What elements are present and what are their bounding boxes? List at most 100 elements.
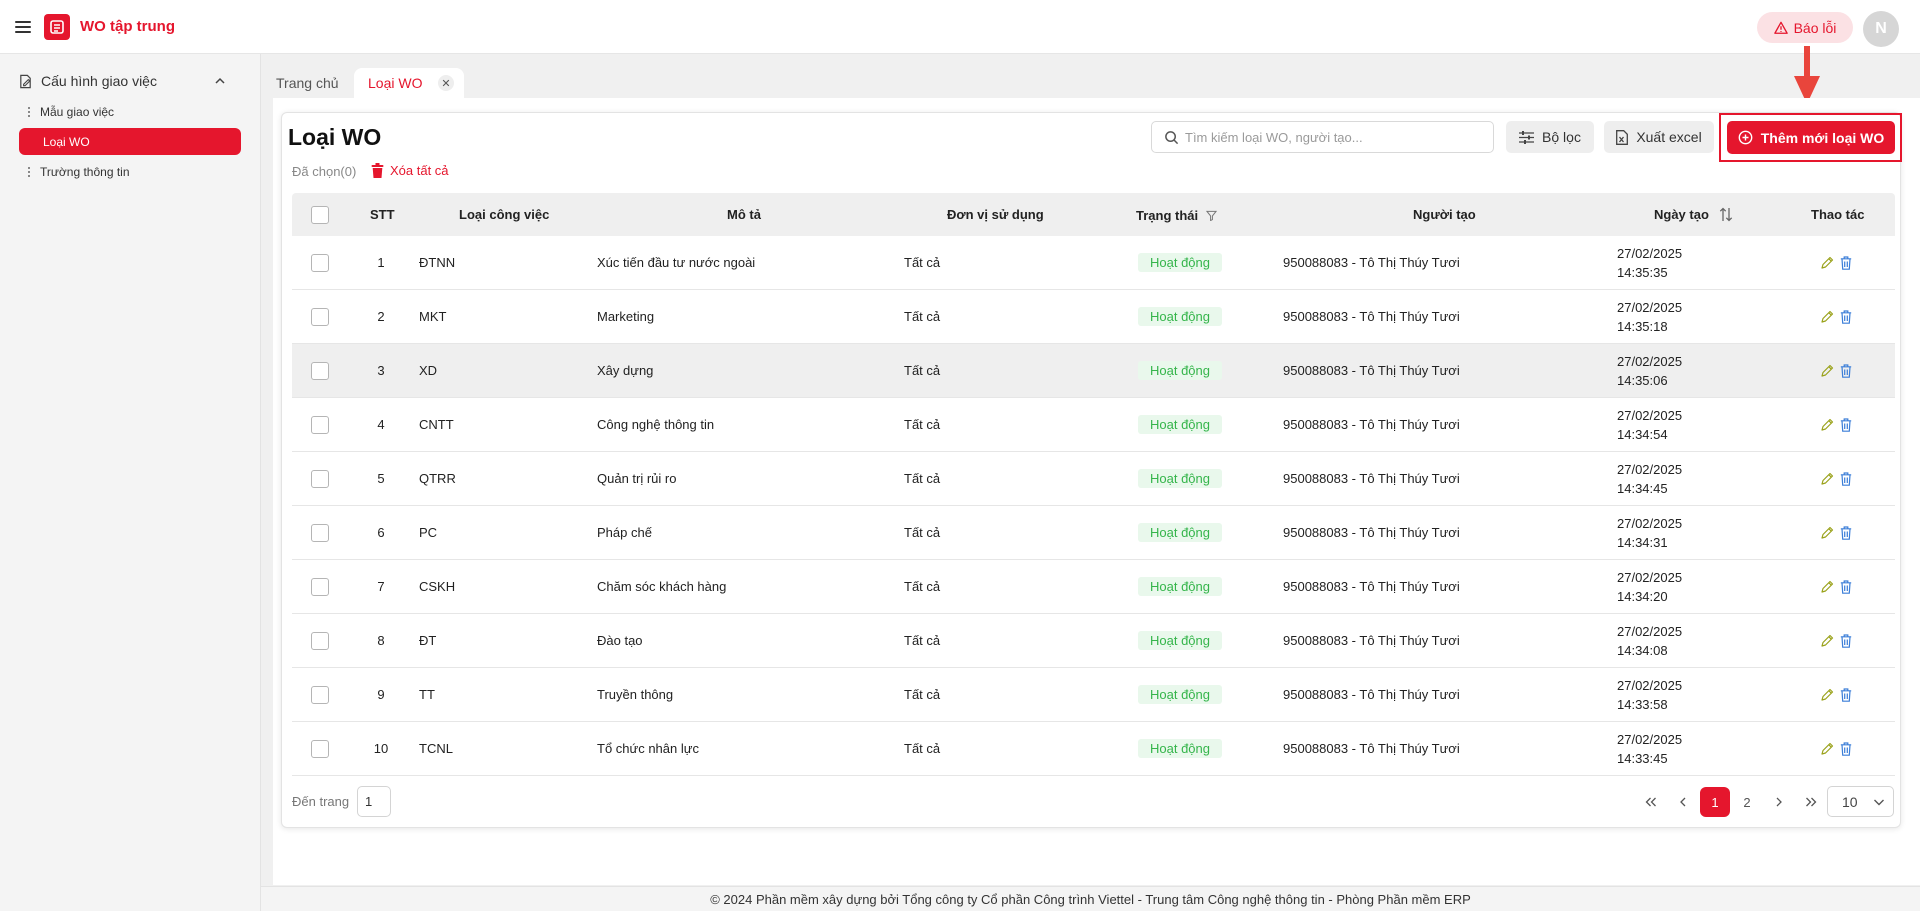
sidebar-item-info-fields[interactable]: Trường thông tin bbox=[19, 158, 241, 185]
sort-icon[interactable] bbox=[1719, 207, 1733, 222]
drag-handle-icon bbox=[28, 106, 31, 117]
delete-icon[interactable] bbox=[1840, 633, 1852, 648]
delete-all-button[interactable]: Xóa tất cả bbox=[371, 163, 449, 178]
row-unit: Tất cả bbox=[904, 741, 941, 756]
row-unit: Tất cả bbox=[904, 363, 941, 378]
table-row[interactable]: 10 TCNL Tổ chức nhân lực Tất cả Hoạt động 950… bbox=[292, 722, 1895, 776]
chevron-right-icon bbox=[1776, 797, 1782, 807]
status-badge: Hoạt động bbox=[1138, 523, 1222, 542]
report-bug-button[interactable]: Báo lỗi bbox=[1757, 12, 1853, 43]
delete-all-label: Xóa tất cả bbox=[390, 163, 449, 178]
close-icon[interactable]: ✕ bbox=[438, 75, 454, 91]
row-date-time: 14:34:20 bbox=[1617, 588, 1668, 604]
double-chevron-left-icon bbox=[1645, 797, 1656, 807]
delete-icon[interactable] bbox=[1840, 255, 1852, 270]
filter-icon[interactable] bbox=[1206, 210, 1218, 221]
row-type: CSKH bbox=[419, 579, 456, 594]
tab-label: Loại WO bbox=[368, 75, 423, 91]
table-row[interactable]: 2 MKT Marketing Tất cả Hoạt động 950088083 - … bbox=[292, 290, 1895, 344]
row-unit: Tất cả bbox=[904, 579, 941, 594]
header-date: Ngày tạo bbox=[1654, 207, 1709, 222]
sidebar-item-label: Trường thông tin bbox=[40, 164, 130, 179]
row-desc: Truyền thông bbox=[597, 687, 674, 702]
delete-icon[interactable] bbox=[1840, 525, 1852, 540]
export-excel-button[interactable]: Xuất excel bbox=[1604, 121, 1714, 153]
search-input[interactable] bbox=[1185, 129, 1485, 145]
row-date-day: 27/02/2025 bbox=[1617, 407, 1683, 423]
row-date-time: 14:35:35 bbox=[1617, 264, 1668, 280]
row-date-day: 27/02/2025 bbox=[1617, 515, 1683, 531]
table-row[interactable]: 5 QTRR Quản trị rủi ro Tất cả Hoạt động 95008… bbox=[292, 452, 1895, 506]
table-row[interactable]: 3 XD Xây dựng Tất cả Hoạt động 950088083 - Tô… bbox=[292, 344, 1895, 398]
edit-icon[interactable] bbox=[1820, 688, 1834, 702]
delete-icon[interactable] bbox=[1840, 309, 1852, 324]
sidebar: Cấu hình giao việc Mẫu giao việc Loại WO… bbox=[0, 54, 261, 911]
table-row[interactable]: 7 CSKH Chăm sóc khách hàng Tất cả Hoạt động 9… bbox=[292, 560, 1895, 614]
delete-icon[interactable] bbox=[1840, 687, 1852, 702]
prev-page-button[interactable] bbox=[1668, 787, 1698, 817]
row-date-time: 14:34:45 bbox=[1617, 480, 1668, 496]
row-type: XD bbox=[419, 363, 438, 378]
search-box bbox=[1151, 121, 1494, 153]
row-date: 27/02/2025 14:34:20 bbox=[1617, 560, 1682, 613]
table-row[interactable]: 6 PC Pháp chế Tất cả Hoạt động 950088083 - Tô… bbox=[292, 506, 1895, 560]
delete-icon[interactable] bbox=[1840, 417, 1852, 432]
edit-icon[interactable] bbox=[1820, 634, 1834, 648]
delete-icon[interactable] bbox=[1840, 471, 1852, 486]
next-page-button[interactable] bbox=[1764, 787, 1794, 817]
row-date-time: 14:33:58 bbox=[1617, 696, 1668, 712]
edit-icon[interactable] bbox=[1820, 418, 1834, 432]
row-unit: Tất cả bbox=[904, 309, 941, 324]
header-desc: Mô tả bbox=[727, 207, 761, 222]
goto-page-input[interactable] bbox=[357, 786, 391, 817]
menu-icon[interactable] bbox=[15, 20, 31, 33]
table-body: 1 ĐTNN Xúc tiến đầu tư nước ngoài Tất cả Hoạ… bbox=[292, 236, 1895, 776]
edit-icon[interactable] bbox=[1820, 364, 1834, 378]
edit-icon[interactable] bbox=[1820, 742, 1834, 756]
row-date: 27/02/2025 14:34:45 bbox=[1617, 452, 1682, 505]
delete-icon[interactable] bbox=[1840, 579, 1852, 594]
sliders-icon bbox=[1519, 130, 1535, 144]
edit-icon[interactable] bbox=[1820, 472, 1834, 486]
row-date-time: 14:34:31 bbox=[1617, 534, 1668, 550]
table-row[interactable]: 1 ĐTNN Xúc tiến đầu tư nước ngoài Tất cả Hoạ… bbox=[292, 236, 1895, 290]
table-row[interactable]: 8 ĐT Đào tạo Tất cả Hoạt động 950088083 - Tô … bbox=[292, 614, 1895, 668]
first-page-button[interactable] bbox=[1636, 787, 1666, 817]
tab-home[interactable]: Trang chủ bbox=[276, 68, 339, 98]
edit-icon[interactable] bbox=[1820, 526, 1834, 540]
sidebar-item-wo-type[interactable]: Loại WO bbox=[19, 128, 241, 155]
wo-type-table: STT Loại công việc Mô tả Đơn vị sử dụng … bbox=[292, 193, 1895, 776]
row-stt: 3 bbox=[377, 363, 385, 378]
page-button-1[interactable]: 1 bbox=[1700, 787, 1730, 817]
status-badge: Hoạt động bbox=[1138, 307, 1222, 326]
row-date-day: 27/02/2025 bbox=[1617, 245, 1683, 261]
edit-icon[interactable] bbox=[1820, 310, 1834, 324]
header-date-cell[interactable]: Ngày tạo bbox=[1654, 193, 1733, 236]
page-size-select[interactable]: 10 bbox=[1827, 786, 1894, 817]
edit-icon[interactable] bbox=[1820, 256, 1834, 270]
row-creator: 950088083 - Tô Thị Thúy Tươi bbox=[1283, 363, 1460, 378]
add-wo-type-button[interactable]: Thêm mới loại WO bbox=[1727, 121, 1895, 154]
header-creator: Người tạo bbox=[1413, 207, 1476, 222]
filter-button[interactable]: Bộ lọc bbox=[1506, 121, 1594, 153]
delete-icon[interactable] bbox=[1840, 363, 1852, 378]
sidebar-item-work-template[interactable]: Mẫu giao việc bbox=[19, 98, 241, 125]
row-desc: Marketing bbox=[597, 309, 655, 324]
table-row[interactable]: 9 TT Truyền thông Tất cả Hoạt động 950088083 … bbox=[292, 668, 1895, 722]
last-page-button[interactable] bbox=[1796, 787, 1826, 817]
trash-icon bbox=[371, 163, 384, 178]
user-avatar[interactable]: N bbox=[1863, 11, 1899, 47]
tab-wo-type[interactable]: Loại WO ✕ bbox=[354, 68, 464, 98]
page-title: Loại WO bbox=[288, 124, 382, 150]
edit-icon[interactable] bbox=[1820, 580, 1834, 594]
row-desc: Pháp chế bbox=[597, 525, 652, 540]
header-status: Trạng thái bbox=[1136, 208, 1199, 223]
table-row[interactable]: 4 CNTT Công nghệ thông tin Tất cả Hoạt động 9… bbox=[292, 398, 1895, 452]
delete-icon[interactable] bbox=[1840, 741, 1852, 756]
sidebar-group-work-config[interactable]: Cấu hình giao việc bbox=[18, 70, 226, 92]
row-type: ĐTNN bbox=[419, 255, 456, 270]
chevron-up-icon[interactable] bbox=[214, 75, 226, 87]
row-date: 27/02/2025 14:33:45 bbox=[1617, 722, 1682, 775]
select-all-checkbox[interactable] bbox=[311, 205, 329, 224]
page-button-2[interactable]: 2 bbox=[1732, 787, 1762, 817]
